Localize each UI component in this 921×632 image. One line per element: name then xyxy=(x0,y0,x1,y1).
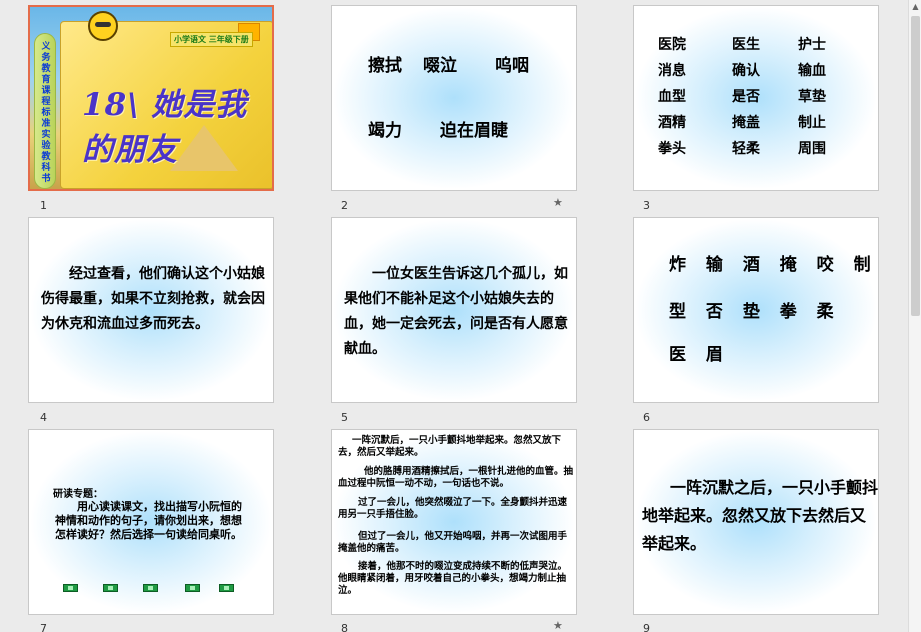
vocab-word: 是否 xyxy=(732,89,760,105)
slide-5-text: 一位女医生告诉这几个孤儿，如果他们不能补足这个小姑娘失去的血，她一定会死去，问是… xyxy=(344,266,568,357)
slide-number-9: 9 xyxy=(643,622,650,632)
character-row-1: 炸 输 酒 掩 咬 制 xyxy=(669,255,873,275)
nav-button[interactable] xyxy=(219,584,234,592)
vocab-word: 周围 xyxy=(798,141,826,157)
vocab-word: 医生 xyxy=(732,37,760,53)
slide-8-paragraph: 一阵沉默后，一只小手颤抖地举起来。忽然又放下去，然后又举起来。 xyxy=(338,435,562,458)
scrollbar-thumb[interactable] xyxy=(911,16,920,316)
nav-button[interactable] xyxy=(185,584,200,592)
slide-number-4: 4 xyxy=(40,411,47,424)
vocab-word: 擦拭 xyxy=(368,56,402,76)
slide-thumbnail-3[interactable]: 医院 医生 护士消息 确认 输血血型 是否 草垫酒精 掩盖 制止拳头 轻柔 周围 xyxy=(633,5,879,191)
vocab-word: 啜泣 xyxy=(423,56,457,76)
slide-8-paragraph: 接着，他那不时的啜泣变成持续不断的低声哭泣。他眼睛紧闭着，用牙咬着自己的小拳头，… xyxy=(338,561,568,596)
slide-thumbnail-2[interactable]: 擦拭 啜泣 呜咽 竭力 迫在眉睫 xyxy=(331,5,577,191)
animation-star-icon: ★ xyxy=(553,619,563,632)
slide-4-text: 经过查看，他们确认这个小姑娘伤得最重，如果不立刻抢救，就会因为休克和流血过多而死… xyxy=(41,266,265,332)
slide-number-5: 5 xyxy=(341,411,348,424)
spine-label: 义务教育课程标准实验教科书 xyxy=(34,33,56,189)
slide-8-paragraph: 他的胳膊用酒精擦拭后，一根针扎进他的血管。抽血过程中阮恒一动不动，一句话也不说。 xyxy=(338,466,574,489)
nav-button[interactable] xyxy=(103,584,118,592)
bee-mascot-icon xyxy=(88,11,118,41)
slide-8-paragraph: 过了一会儿，他突然啜泣了一下。全身颤抖并迅速用另一只手捂住脸。 xyxy=(338,497,568,520)
vocab-word: 迫在眉睫 xyxy=(440,121,508,141)
vocab-word: 制止 xyxy=(798,115,826,131)
slide-9-text: 一阵沉默之后，一只小手颤抖地举起来。忽然又放下去然后又举起来。 xyxy=(642,478,879,553)
vocab-word: 护士 xyxy=(798,37,826,53)
nav-button[interactable] xyxy=(143,584,158,592)
vocab-word: 呜咽 xyxy=(495,56,529,76)
slide-thumbnail-5[interactable]: 一位女医生告诉这几个孤儿，如果他们不能补足这个小姑娘失去的血，她一定会死去，问是… xyxy=(331,217,577,403)
character-row-3: 医 眉 xyxy=(669,345,725,365)
vocab-word: 轻柔 xyxy=(732,141,760,157)
slide-1-title: 18\ 她是我的朋友 xyxy=(82,87,248,168)
vertical-scrollbar[interactable]: ▲ xyxy=(908,0,921,632)
slide-thumbnail-1[interactable]: 小学语文 三年级下册 义务教育课程标准实验教科书 18\ 她是我的朋友 xyxy=(28,5,274,191)
vocab-word: 输血 xyxy=(798,63,826,79)
slide-7-text: 用心读读课文，找出描写小阮恒的神情和动作的句子，请你划出来，想想怎样读好？然后选… xyxy=(55,500,242,541)
vocab-word: 拳头 xyxy=(658,141,686,157)
slide-number-6: 6 xyxy=(643,411,650,424)
slide-thumbnail-4[interactable]: 经过查看，他们确认这个小姑娘伤得最重，如果不立刻抢救，就会因为休克和流血过多而死… xyxy=(28,217,274,403)
slide-7-heading: 研读专题： xyxy=(53,489,103,500)
vocab-word: 掩盖 xyxy=(732,115,760,131)
slide-number-7: 7 xyxy=(40,622,47,632)
subject-tag: 小学语文 三年级下册 xyxy=(170,32,253,47)
scroll-up-arrow-icon[interactable]: ▲ xyxy=(911,2,920,11)
character-row-2: 型 否 垫 拳 柔 xyxy=(669,302,836,322)
vocab-word: 酒精 xyxy=(658,115,686,131)
slide-thumbnail-7[interactable]: 研读专题： 用心读读课文，找出描写小阮恒的神情和动作的句子，请你划出来，想想怎样… xyxy=(28,429,274,615)
nav-button[interactable] xyxy=(63,584,78,592)
slide-thumbnail-8[interactable]: 一阵沉默后，一只小手颤抖地举起来。忽然又放下去，然后又举起来。 他的胳膊用酒精擦… xyxy=(331,429,577,615)
slide-number-1: 1 xyxy=(40,199,47,212)
slide-thumbnail-9[interactable]: 一阵沉默之后，一只小手颤抖地举起来。忽然又放下去然后又举起来。 xyxy=(633,429,879,615)
vocab-word: 消息 xyxy=(658,63,686,79)
slide-number-2: 2 xyxy=(341,199,348,212)
animation-star-icon: ★ xyxy=(553,196,563,209)
vocab-word: 竭力 xyxy=(368,121,402,141)
vocab-word: 医院 xyxy=(658,37,686,53)
slide-thumbnail-6[interactable]: 炸 输 酒 掩 咬 制 型 否 垫 拳 柔 医 眉 xyxy=(633,217,879,403)
slide-number-3: 3 xyxy=(643,199,650,212)
vocab-word: 草垫 xyxy=(798,89,826,105)
slide-8-paragraph: 但过了一会儿，他又开始呜咽，并再一次试图用手掩盖他的痛苦。 xyxy=(338,531,568,554)
vocab-word: 血型 xyxy=(658,89,686,105)
slide-number-8: 8 xyxy=(341,622,348,632)
vocab-word: 确认 xyxy=(732,63,760,79)
